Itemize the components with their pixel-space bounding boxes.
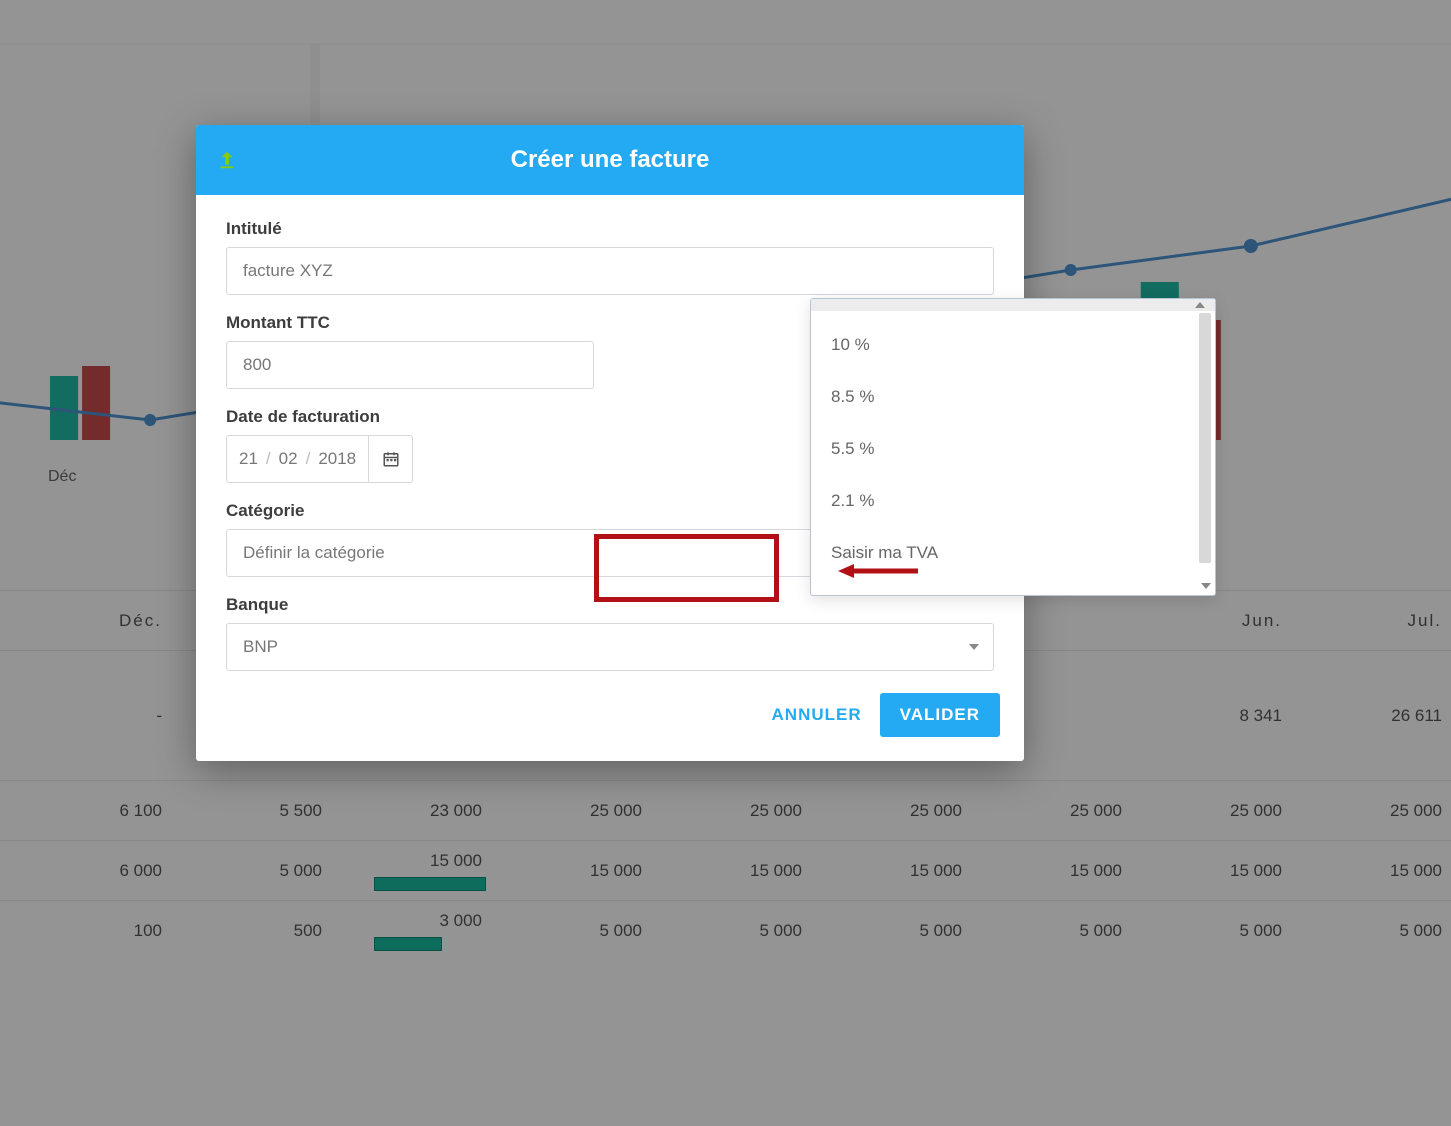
vat-dropdown: 10 % 8.5 % 5.5 % 2.1 % Saisir ma TVA (810, 298, 1216, 596)
calendar-icon (382, 450, 400, 468)
chevron-down-icon (969, 644, 979, 650)
dropdown-scrollbar[interactable] (1199, 313, 1211, 563)
invoice-title-input[interactable] (226, 247, 994, 295)
date-separator: / (266, 449, 271, 469)
vat-option[interactable]: 8.5 % (811, 371, 1215, 423)
vat-option[interactable]: 2.1 % (811, 475, 1215, 527)
invoice-amount-input[interactable] (226, 341, 594, 389)
modal-title: Créer une facture (196, 146, 1024, 174)
label-bank: Banque (226, 595, 994, 615)
date-year: 2018 (318, 449, 356, 469)
dropdown-list[interactable]: 10 % 8.5 % 5.5 % 2.1 % Saisir ma TVA (811, 311, 1215, 581)
date-month: 02 (279, 449, 298, 469)
vat-option-custom[interactable]: Saisir ma TVA (811, 527, 1215, 579)
validate-button[interactable]: VALIDER (880, 693, 1000, 737)
date-day: 21 (239, 449, 258, 469)
vat-option[interactable]: 5.5 % (811, 423, 1215, 475)
dropdown-scroll-up[interactable] (811, 299, 1215, 311)
vat-option[interactable]: 10 % (811, 319, 1215, 371)
invoice-bank-select[interactable]: BNP (226, 623, 994, 671)
upload-icon[interactable] (216, 149, 238, 171)
date-separator: / (306, 449, 311, 469)
category-value: Définir la catégorie (243, 543, 385, 563)
label-title: Intitulé (226, 219, 994, 239)
invoice-date-group: 21 / 02 / 2018 (226, 435, 430, 483)
modal-header: Créer une facture (196, 125, 1024, 195)
modal-footer: ANNULER VALIDER (196, 681, 1024, 761)
invoice-date-input[interactable]: 21 / 02 / 2018 (226, 435, 369, 483)
calendar-button[interactable] (369, 435, 413, 483)
dropdown-scroll-down[interactable] (1199, 583, 1211, 593)
cancel-button[interactable]: ANNULER (772, 705, 862, 725)
bank-value: BNP (243, 637, 278, 657)
